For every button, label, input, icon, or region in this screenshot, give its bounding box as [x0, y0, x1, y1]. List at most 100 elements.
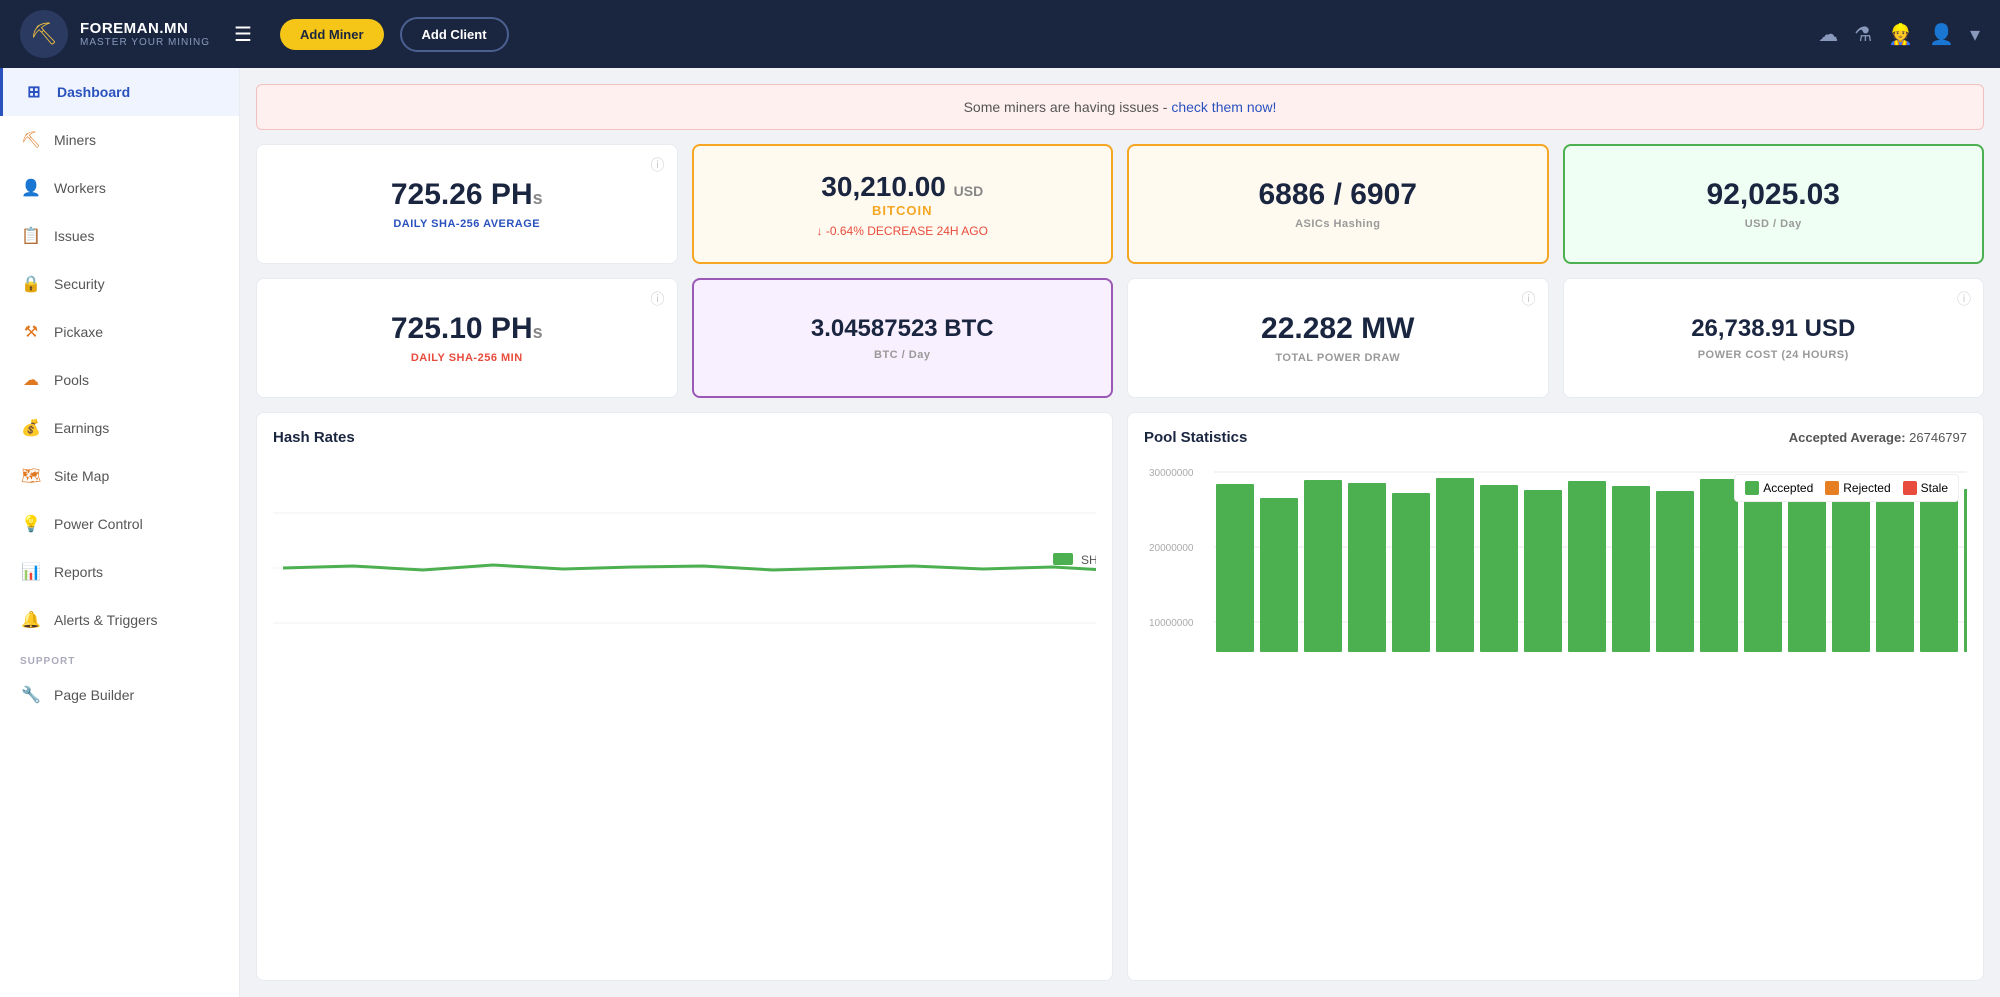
- usd-day-value: 92,025.03: [1707, 178, 1840, 212]
- rejected-label: Rejected: [1843, 481, 1890, 495]
- stats-row-1: ⓘ 725.26 PHs DAILY SHA-256 AVERAGE 30,21…: [256, 144, 1984, 264]
- sitemap-icon: 🗺: [20, 466, 42, 486]
- sidebar-item-label: Pickaxe: [54, 324, 103, 340]
- top-navigation: ⛏ FOREMAN.MN MASTER YOUR MINING ☰ Add Mi…: [0, 0, 2000, 68]
- stats-row-2: ⓘ 725.10 PHs DAILY SHA-256 MIN 3.0458752…: [256, 278, 1984, 398]
- sidebar: ⊞ Dashboard ⛏ Miners 👤 Workers 📋 Issues …: [0, 68, 240, 997]
- dashboard-icon: ⊞: [23, 82, 45, 102]
- add-client-button[interactable]: Add Client: [400, 17, 509, 52]
- stat-card-sha256-min: ⓘ 725.10 PHs DAILY SHA-256 MIN: [256, 278, 678, 398]
- sidebar-item-label: Power Control: [54, 516, 143, 532]
- sidebar-item-reports[interactable]: 📊 Reports: [0, 548, 239, 596]
- sidebar-item-dashboard[interactable]: ⊞ Dashboard: [0, 68, 239, 116]
- btc-day-label: BTC / Day: [874, 349, 930, 361]
- alert-link[interactable]: check them now!: [1171, 99, 1276, 115]
- sidebar-item-powercontrol[interactable]: 💡 Power Control: [0, 500, 239, 548]
- info-icon-4[interactable]: ⓘ: [1957, 289, 1971, 309]
- sidebar-item-issues[interactable]: 📋 Issues: [0, 212, 239, 260]
- security-icon: 🔒: [20, 274, 42, 294]
- sha256-avg-value: 725.26 PHs: [391, 178, 543, 212]
- hash-rates-chart: Hash Rates SHA-256: [256, 412, 1113, 981]
- legend-rejected: Rejected: [1825, 481, 1890, 495]
- svg-text:30000000: 30000000: [1149, 468, 1194, 479]
- sidebar-item-sitemap[interactable]: 🗺 Site Map: [0, 452, 239, 500]
- legend-stale: Stale: [1903, 481, 1948, 495]
- miners-icon: ⛏: [20, 130, 42, 150]
- add-miner-button[interactable]: Add Miner: [280, 19, 384, 50]
- support-section-label: SUPPORT: [0, 644, 239, 671]
- legend-accepted: Accepted: [1745, 481, 1813, 495]
- stat-card-usd-day: 92,025.03 USD / Day: [1563, 144, 1985, 264]
- bitcoin-label: BITCOIN: [872, 203, 932, 218]
- btc-price-value: 30,210.00 USD: [821, 171, 983, 203]
- pool-stats-area: 30000000 20000000 10000000: [1144, 458, 1967, 964]
- sidebar-item-pools[interactable]: ☁ Pools: [0, 356, 239, 404]
- app-title: FOREMAN.MN: [80, 20, 210, 37]
- btc-change: ↓ -0.64% DECREASE 24H AGO: [817, 224, 988, 238]
- pool-stats-accepted-avg: Accepted Average: 26746797: [1789, 430, 1967, 445]
- pools-icon: ☁: [20, 370, 42, 390]
- issues-icon: 📋: [20, 226, 42, 246]
- info-icon[interactable]: ⓘ: [651, 155, 665, 175]
- sidebar-item-pickaxe[interactable]: ⚒ Pickaxe: [0, 308, 239, 356]
- logo-icon: ⛏: [20, 10, 68, 58]
- filter-icon[interactable]: ⚗: [1854, 22, 1872, 47]
- pickaxe-icon: ⚒: [20, 322, 42, 342]
- svg-text:10000000: 10000000: [1149, 618, 1194, 629]
- accepted-avg-label: Accepted Average:: [1789, 430, 1906, 445]
- accepted-color: [1745, 481, 1759, 495]
- sidebar-item-alerts[interactable]: 🔔 Alerts & Triggers: [0, 596, 239, 644]
- pool-statistics-chart: Pool Statistics Accepted Average: 267467…: [1127, 412, 1984, 981]
- stat-card-btc-price: 30,210.00 USD BITCOIN ↓ -0.64% DECREASE …: [692, 144, 1114, 264]
- reports-icon: 📊: [20, 562, 42, 582]
- main-content: Some miners are having issues - check th…: [240, 68, 2000, 997]
- hash-rates-svg: SHA-256: [273, 458, 1096, 678]
- sidebar-item-label: Pools: [54, 372, 89, 388]
- sidebar-item-label: Earnings: [54, 420, 109, 436]
- earnings-icon: 💰: [20, 418, 42, 438]
- sidebar-item-label: Dashboard: [57, 84, 130, 100]
- workers-icon: 👤: [20, 178, 42, 198]
- power-cost-value: 26,738.91 USD: [1691, 315, 1855, 343]
- chevron-down-icon[interactable]: ▾: [1970, 22, 1980, 47]
- sha256-avg-label: DAILY SHA-256 AVERAGE: [393, 218, 540, 230]
- usd-day-label: USD / Day: [1745, 218, 1802, 230]
- accepted-avg-value: 26746797: [1909, 430, 1967, 445]
- power-control-icon: 💡: [20, 514, 42, 534]
- alert-text: Some miners are having issues -: [964, 99, 1172, 115]
- power-label: TOTAL POWER DRAW: [1275, 352, 1400, 364]
- stale-color: [1903, 481, 1917, 495]
- sha256-min-label: DAILY SHA-256 MIN: [411, 352, 523, 364]
- hash-rates-area: SHA-256: [273, 458, 1096, 964]
- sidebar-item-pagebuilder[interactable]: 🔧 Page Builder: [0, 671, 239, 719]
- info-icon-2[interactable]: ⓘ: [651, 289, 665, 309]
- sidebar-item-label: Site Map: [54, 468, 109, 484]
- btc-day-value: 3.04587523 BTC: [811, 315, 994, 343]
- stat-card-power-cost: ⓘ 26,738.91 USD POWER COST (24 HOURS): [1563, 278, 1985, 398]
- sidebar-item-security[interactable]: 🔒 Security: [0, 260, 239, 308]
- pool-legend: Accepted Rejected Stale: [1734, 474, 1959, 502]
- info-icon-3[interactable]: ⓘ: [1522, 289, 1536, 309]
- hamburger-icon[interactable]: ☰: [234, 22, 252, 47]
- cloud-icon[interactable]: ☁: [1818, 22, 1838, 47]
- logo: ⛏ FOREMAN.MN MASTER YOUR MINING: [20, 10, 210, 58]
- sidebar-item-label: Miners: [54, 132, 96, 148]
- power-cost-label: POWER COST (24 HOURS): [1698, 349, 1849, 361]
- sidebar-item-label: Page Builder: [54, 687, 134, 703]
- charts-row: Hash Rates SHA-256: [256, 412, 1984, 981]
- nav-right-icons: ☁ ⚗ 👷 👤 ▾: [1818, 22, 1980, 47]
- pagebuilder-icon: 🔧: [20, 685, 42, 705]
- sidebar-item-miners[interactable]: ⛏ Miners: [0, 116, 239, 164]
- stale-label: Stale: [1921, 481, 1948, 495]
- sidebar-item-earnings[interactable]: 💰 Earnings: [0, 404, 239, 452]
- svg-text:SHA-256: SHA-256: [1081, 553, 1096, 567]
- user-hat-icon[interactable]: 👷: [1888, 22, 1913, 47]
- sidebar-item-workers[interactable]: 👤 Workers: [0, 164, 239, 212]
- pool-stats-title: Pool Statistics: [1144, 429, 1247, 446]
- power-value: 22.282 MW: [1261, 312, 1414, 346]
- user-profile-icon[interactable]: 👤: [1929, 22, 1954, 47]
- stat-card-asics: 6886 / 6907 ASICs Hashing: [1127, 144, 1549, 264]
- alert-banner: Some miners are having issues - check th…: [256, 84, 1984, 130]
- stat-card-power: ⓘ 22.282 MW TOTAL POWER DRAW: [1127, 278, 1549, 398]
- sidebar-item-label: Issues: [54, 228, 94, 244]
